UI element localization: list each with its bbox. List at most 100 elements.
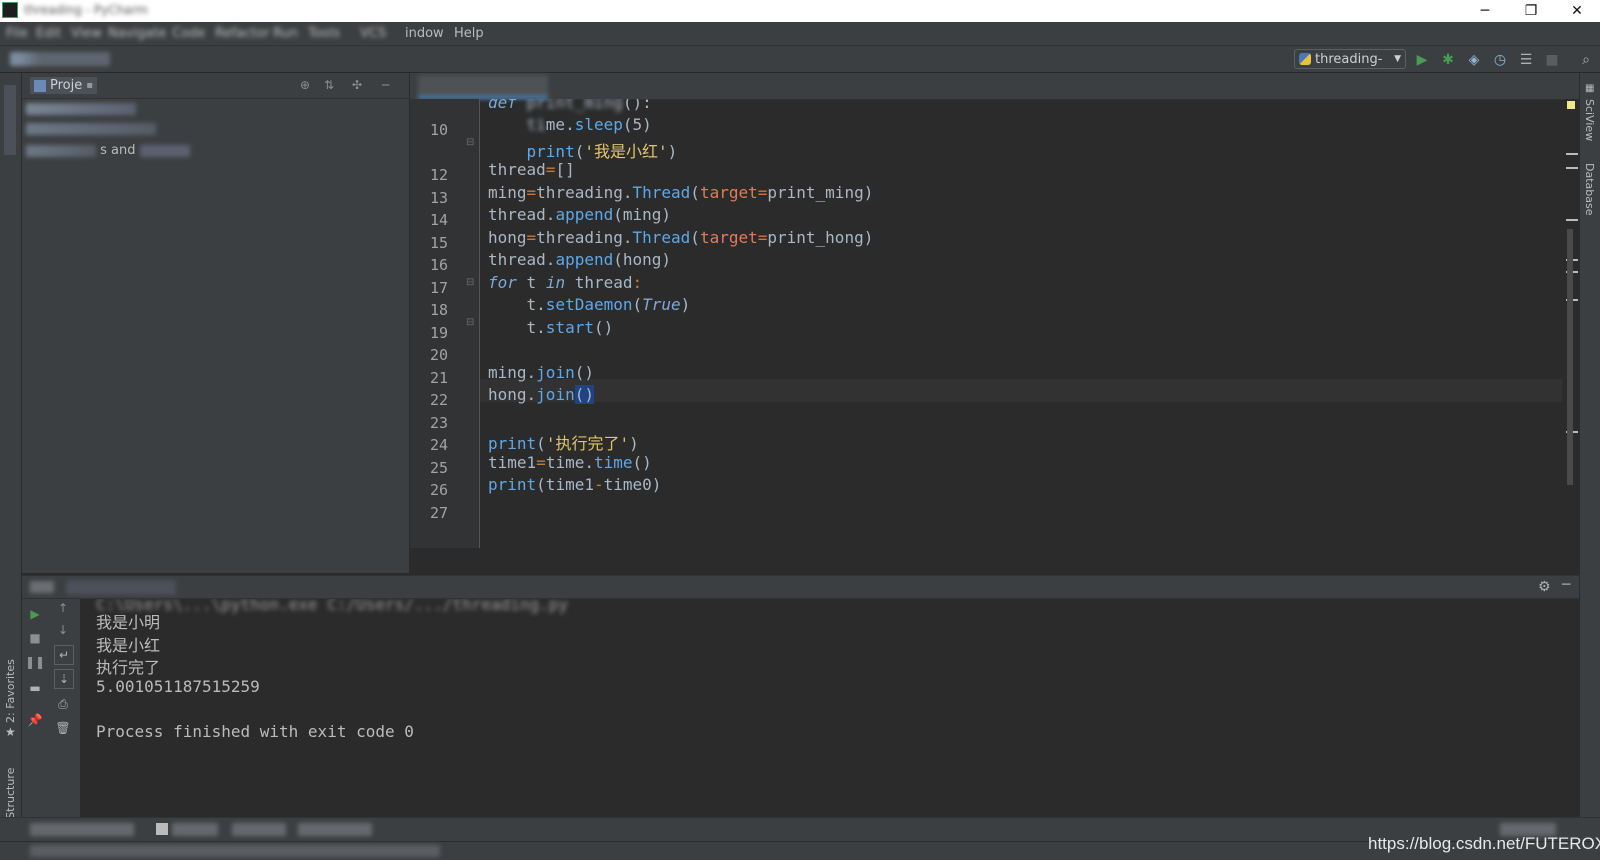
star-icon: ★: [5, 725, 16, 739]
scratches-label: s and: [100, 143, 136, 158]
tree-item-project[interactable]: [22, 103, 402, 123]
stripe-mark[interactable]: [1566, 167, 1578, 169]
code-line: thread.append(ming): [488, 205, 672, 224]
profile-icon[interactable]: ◷: [1490, 50, 1510, 70]
pycharm-app-icon: [2, 2, 18, 18]
terminal-tool-button[interactable]: [172, 823, 218, 836]
rerun-icon[interactable]: ▶: [26, 605, 44, 623]
line-number: 14: [429, 211, 448, 229]
menu-tools[interactable]: Tools: [308, 26, 340, 42]
scratches-label-rest: [139, 144, 190, 157]
run-config-tab[interactable]: [66, 580, 176, 595]
run-tool-button[interactable]: [298, 823, 372, 836]
console-exit-line: Process finished with exit code 0: [96, 722, 414, 741]
bottom-tool-bar: [0, 817, 1600, 841]
menu-window[interactable]: indow: [405, 26, 444, 42]
arrow-down-icon[interactable]: ↓: [54, 621, 72, 639]
csdn-watermark: https://blog.csdn.net/FUTEROX: [1368, 834, 1600, 853]
editor-tab-threading[interactable]: [418, 75, 548, 99]
code-area[interactable]: def print_ming(): time.sleep(5) print('我…: [482, 99, 1562, 548]
error-stripe[interactable]: [1564, 99, 1579, 548]
code-line-current: hong.join(): [488, 385, 594, 404]
code-editor[interactable]: 10 12 13 14 15 16 17 18 19 20 21 22 23 2…: [410, 73, 1579, 573]
code-line: t.start(): [488, 318, 614, 337]
soft-wrap-icon[interactable]: ↵: [54, 645, 74, 665]
arrow-up-icon[interactable]: ↑: [54, 599, 72, 617]
database-tool-button[interactable]: Database: [1583, 163, 1596, 233]
minimize-button[interactable]: ─: [1462, 0, 1508, 22]
run-configuration-dropdown[interactable]: threading- ▼: [1294, 49, 1406, 69]
fold-marker-icon[interactable]: ⊟: [466, 277, 474, 288]
run-toolbar: ▶ ■ ❚❚ ▬ 📌 ↑ ↓ ↵ ⇣ ⎙ 🗑: [22, 599, 80, 817]
folder-icon: [34, 79, 46, 92]
maximize-button[interactable]: ❐: [1508, 0, 1554, 22]
coverage-icon[interactable]: ◈: [1464, 50, 1484, 70]
locate-icon[interactable]: ⊕: [300, 78, 310, 92]
inspection-status-icon[interactable]: [1567, 101, 1575, 109]
terminal-icon: [156, 823, 168, 835]
search-icon[interactable]: ⌕: [1576, 50, 1596, 70]
editor-scrollbar[interactable]: [1567, 229, 1573, 485]
trash-icon[interactable]: 🗑: [54, 719, 72, 737]
line-number: 26: [429, 481, 448, 499]
external-libraries-label: [26, 123, 156, 135]
run-icon[interactable]: ▶: [1412, 50, 1432, 70]
stripe-mark[interactable]: [1566, 219, 1578, 221]
collapse-all-icon[interactable]: ⇅: [324, 78, 334, 92]
line-number: 12: [429, 166, 448, 184]
pause-icon[interactable]: ❚❚: [25, 653, 45, 671]
chevron-down-icon: ▪: [86, 80, 94, 91]
line-number: 24: [429, 436, 448, 454]
stop-icon[interactable]: ■: [1542, 50, 1562, 70]
favorites-tool-button[interactable]: 2: Favorites: [4, 633, 17, 723]
gear-icon[interactable]: ⚙: [1538, 579, 1551, 595]
title-bar: threading - PyCharm ─ ❐ ✕: [0, 0, 1600, 22]
concurrency-icon[interactable]: ☰: [1516, 50, 1536, 70]
run-panel-header: ⚙ ─: [22, 575, 1579, 599]
hide-panel-icon[interactable]: ─: [1562, 577, 1570, 593]
code-line: print('我是小红'): [526, 142, 678, 161]
layout-icon[interactable]: ▬: [26, 679, 44, 697]
project-tool-button[interactable]: [4, 85, 16, 155]
code-line: ming=threading.Thread(target=print_ming): [488, 183, 874, 202]
menu-code[interactable]: Code: [172, 26, 205, 42]
menu-view[interactable]: View: [71, 26, 102, 42]
debug-icon[interactable]: ✱: [1438, 50, 1458, 70]
pin-icon[interactable]: 📌: [26, 711, 44, 729]
tree-item-scratches[interactable]: s and: [22, 143, 402, 163]
code-line: hong=threading.Thread(target=print_hong): [488, 228, 874, 247]
line-number: 15: [429, 234, 448, 252]
fold-marker-icon[interactable]: ⊟: [466, 137, 474, 148]
gear-icon[interactable]: ✣: [352, 78, 362, 92]
console-command-line: C:\Users\...\python.exe C:/Users/.../thr…: [96, 599, 569, 614]
menu-help[interactable]: Help: [454, 26, 484, 42]
line-number: 10: [429, 121, 448, 139]
left-tool-strip: 2: Favorites ★ 7: Structure: [0, 73, 22, 833]
menu-file[interactable]: File: [6, 26, 28, 42]
print-icon[interactable]: ⎙: [54, 695, 72, 713]
fold-marker-icon[interactable]: ⊟: [466, 317, 474, 328]
run-console-output[interactable]: C:\Users\...\python.exe C:/Users/.../thr…: [80, 599, 1579, 817]
python-console-tool-button[interactable]: [232, 823, 286, 836]
menu-run[interactable]: Run: [273, 26, 298, 42]
menu-navigate[interactable]: Navigate: [108, 26, 166, 42]
stop-icon[interactable]: ■: [26, 629, 44, 647]
project-tab-label: Proje: [50, 78, 83, 93]
close-button[interactable]: ✕: [1554, 0, 1600, 22]
menu-vcs[interactable]: VCS: [360, 26, 386, 42]
code-line: thread.append(hong): [488, 250, 672, 269]
status-bar: [0, 841, 1600, 860]
run-label: [30, 581, 54, 593]
tree-item-external-libraries[interactable]: [22, 123, 402, 143]
sciview-tool-button[interactable]: SciView: [1583, 99, 1596, 149]
todo-tool-button[interactable]: [30, 823, 134, 836]
project-panel-header: Proje ▪ ⊕ ⇅ ✣ ─: [22, 73, 409, 99]
menu-edit[interactable]: Edit: [36, 26, 61, 42]
project-tab[interactable]: Proje ▪: [30, 77, 98, 94]
breadcrumb[interactable]: [10, 52, 110, 66]
line-number: 20: [429, 346, 448, 364]
scroll-to-end-icon[interactable]: ⇣: [54, 669, 74, 689]
hide-panel-icon[interactable]: ─: [382, 78, 389, 92]
stripe-mark[interactable]: [1566, 153, 1578, 155]
menu-refactor[interactable]: Refactor: [215, 26, 270, 42]
